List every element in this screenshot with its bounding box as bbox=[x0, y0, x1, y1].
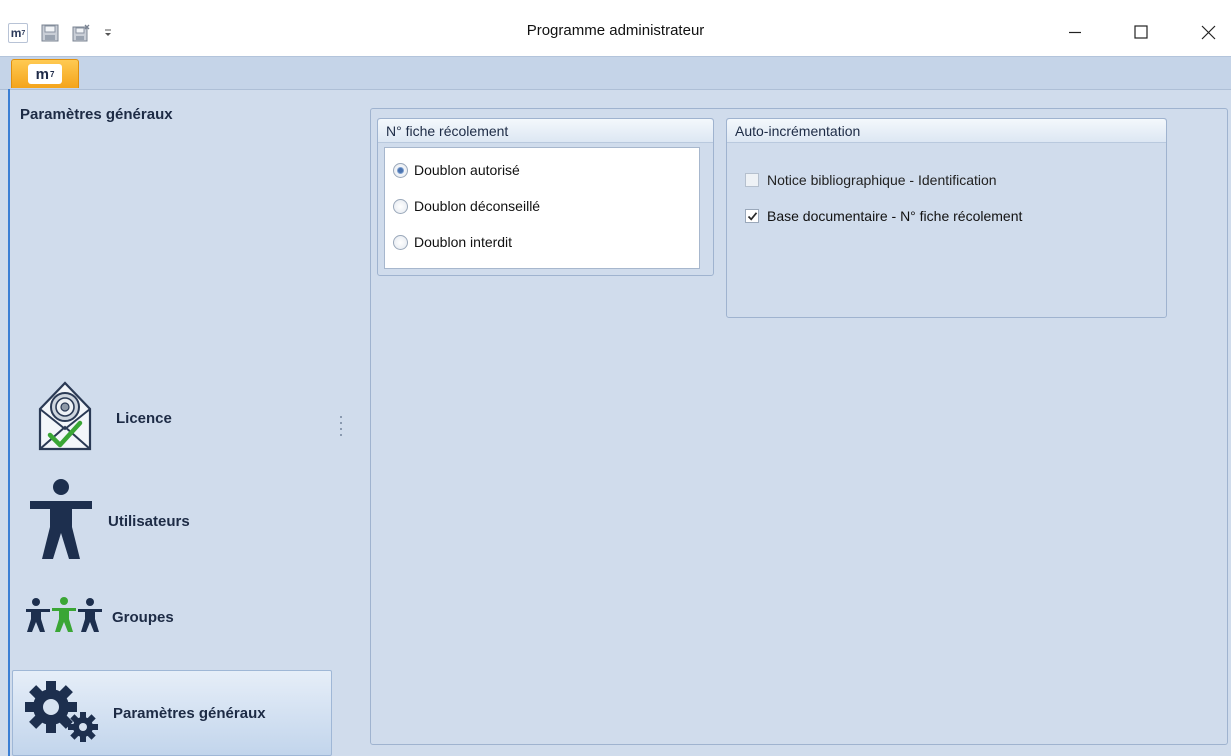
title-bar: m7 Programme administrateur bbox=[0, 0, 1231, 56]
minimize-icon bbox=[1069, 31, 1081, 34]
groups-icon bbox=[26, 596, 102, 638]
nav-item-label: Paramètres généraux bbox=[113, 704, 266, 722]
checkbox-notice-bibliographique[interactable]: Notice bibliographique - Identification bbox=[745, 172, 997, 188]
group-title: Auto-incrémentation bbox=[727, 119, 1166, 143]
radio-button-selected[interactable] bbox=[393, 162, 408, 178]
checkbox-base-documentaire[interactable]: Base documentaire - N° fiche récolement bbox=[745, 208, 1022, 224]
checkmark-icon bbox=[747, 212, 758, 221]
radio-button[interactable] bbox=[393, 198, 408, 214]
close-button[interactable] bbox=[1185, 14, 1231, 50]
window-left-border bbox=[8, 89, 10, 756]
nav-header: Paramètres généraux bbox=[20, 106, 173, 123]
settings-panel: N° fiche récolement Doublon autorisé Dou… bbox=[370, 108, 1228, 745]
app-logo: m7 bbox=[28, 64, 62, 84]
radio-doublon-interdit[interactable]: Doublon interdit bbox=[393, 234, 512, 250]
nav-item-utilisateurs[interactable]: Utilisateurs bbox=[12, 477, 332, 566]
nav-item-label: Licence bbox=[116, 409, 172, 427]
nav-item-parametres-generaux[interactable]: Paramètres généraux bbox=[12, 670, 332, 756]
maximize-button[interactable] bbox=[1118, 14, 1164, 50]
checkbox-label: Base documentaire - N° fiche récolement bbox=[767, 208, 1023, 224]
maximize-icon bbox=[1134, 25, 1148, 39]
licence-icon bbox=[34, 375, 96, 462]
radio-button[interactable] bbox=[393, 234, 408, 250]
close-icon bbox=[1201, 25, 1215, 39]
nav-item-licence[interactable]: Licence bbox=[12, 377, 332, 459]
checkbox[interactable] bbox=[745, 173, 759, 187]
splitter-grip[interactable] bbox=[340, 416, 343, 440]
nav-item-groupes[interactable]: Groupes bbox=[12, 595, 332, 639]
group-title: N° fiche récolement bbox=[378, 119, 713, 143]
radio-doublon-deconseille[interactable]: Doublon déconseillé bbox=[393, 198, 540, 214]
radio-label: Doublon interdit bbox=[414, 234, 513, 250]
auto-incrementation-group: Auto-incrémentation Notice bibliographiq… bbox=[726, 118, 1167, 318]
window-title: Programme administrateur bbox=[526, 22, 705, 39]
gears-icon bbox=[25, 677, 103, 750]
fiche-recolement-group: N° fiche récolement Doublon autorisé Dou… bbox=[377, 118, 714, 276]
radio-list: Doublon autorisé Doublon déconseillé Dou… bbox=[384, 147, 700, 269]
radio-doublon-autorise[interactable]: Doublon autorisé bbox=[393, 162, 520, 178]
nav-item-label: Utilisateurs bbox=[108, 512, 190, 530]
user-icon bbox=[28, 477, 94, 566]
radio-label: Doublon autorisé bbox=[414, 162, 520, 178]
nav-item-label: Groupes bbox=[112, 608, 174, 626]
checkbox-label: Notice bibliographique - Identification bbox=[767, 172, 997, 188]
checkbox-checked[interactable] bbox=[745, 209, 759, 223]
minimize-button[interactable] bbox=[1052, 14, 1098, 50]
radio-label: Doublon déconseillé bbox=[414, 198, 541, 214]
ribbon-bar bbox=[0, 56, 1231, 89]
application-menu-tab[interactable]: m7 bbox=[11, 59, 79, 88]
